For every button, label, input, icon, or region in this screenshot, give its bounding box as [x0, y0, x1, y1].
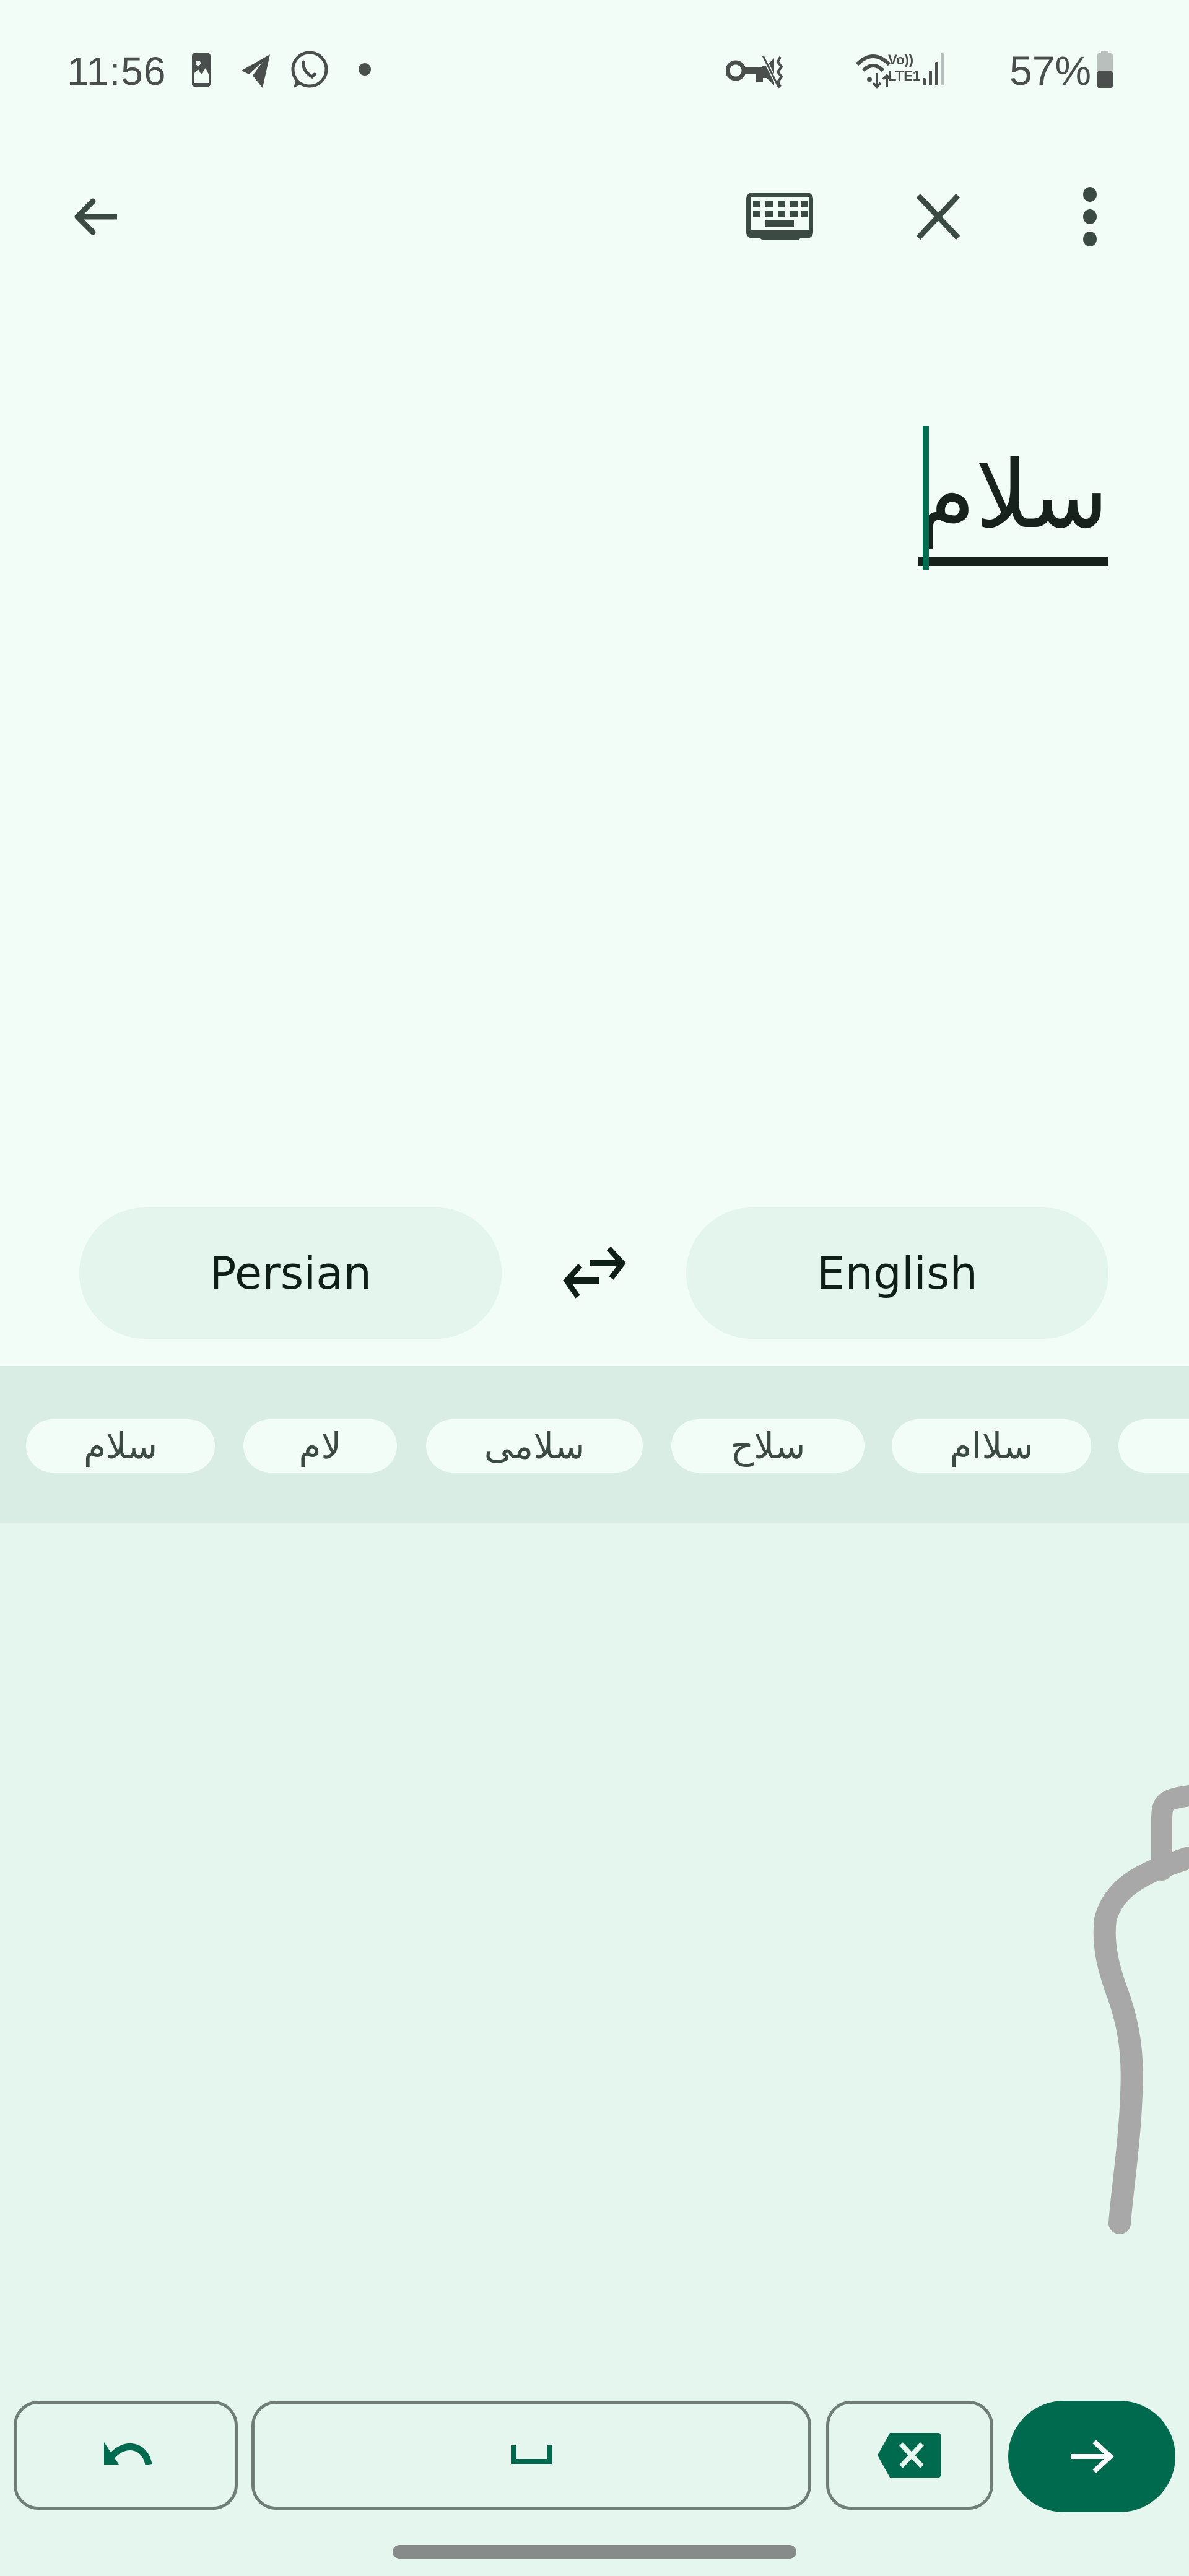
suggestion-chip[interactable]: سلام	[26, 1419, 215, 1473]
status-bar: 11:56 Vo)) Vo)) LTE1	[0, 0, 1189, 142]
keyboard-icon-detail	[746, 193, 813, 238]
back-button[interactable]	[56, 180, 130, 254]
undo-key[interactable]	[14, 2401, 238, 2510]
whatsapp-icon	[291, 51, 328, 88]
suggestion-strip: سلام لام سلامی سلاح سلاام ه	[0, 1366, 1189, 1523]
suggestion-chip[interactable]: سلامی	[426, 1419, 643, 1473]
more-options-button[interactable]	[1053, 180, 1127, 254]
space-icon	[511, 2445, 552, 2464]
suggestion-chip[interactable]: سلاح	[671, 1419, 865, 1473]
text-caret	[923, 426, 929, 570]
swap-horiz-icon	[563, 1246, 626, 1299]
source-language-label: Persian	[209, 1247, 372, 1299]
space-key[interactable]	[251, 2401, 811, 2510]
status-time: 11:56	[67, 49, 167, 94]
source-language-button[interactable]: Persian	[79, 1208, 502, 1339]
target-language-label: English	[817, 1247, 978, 1299]
telegram-icon	[242, 54, 270, 88]
swap-languages-button[interactable]	[545, 1232, 644, 1313]
target-language-button[interactable]: English	[686, 1208, 1108, 1339]
enter-button[interactable]	[1008, 2401, 1175, 2512]
wifi-icon	[855, 54, 892, 89]
battery-percent: 57%	[1009, 48, 1092, 94]
signal-bars-icon	[923, 53, 944, 85]
battery-icon	[1097, 51, 1113, 88]
gallery-icon	[192, 53, 211, 87]
clear-button[interactable]	[898, 180, 978, 254]
notification-dot-icon	[359, 63, 371, 76]
more-vert-icon	[1083, 187, 1097, 246]
arrow-forward-icon	[1071, 2440, 1114, 2473]
arrow-back-icon	[74, 198, 117, 235]
navigation-handle[interactable]	[393, 2545, 796, 2559]
suggestion-chip[interactable]: سلاام	[892, 1419, 1091, 1473]
suggestion-chip[interactable]: ه	[1118, 1419, 1189, 1473]
suggestion-chip[interactable]: لام	[243, 1419, 397, 1473]
close-icon	[916, 193, 960, 240]
backspace-key[interactable]	[826, 2401, 993, 2510]
mute-vibrate-icon	[761, 54, 783, 89]
backspace-icon	[878, 2433, 941, 2478]
undo-icon	[104, 2442, 152, 2466]
volte-lte1-label: Vo)) LTE1	[888, 52, 921, 84]
input-text[interactable]: سلام	[917, 433, 1108, 566]
